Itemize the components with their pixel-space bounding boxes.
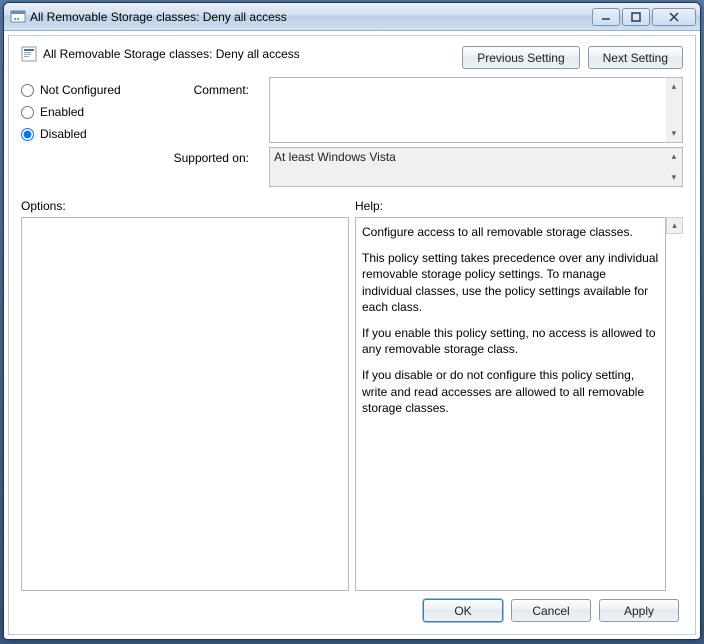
maximize-button[interactable]	[622, 8, 650, 26]
close-button[interactable]	[652, 8, 696, 26]
policy-icon	[21, 46, 37, 62]
app-icon	[10, 9, 26, 25]
ok-button[interactable]: OK	[423, 599, 503, 622]
scroll-up-icon: ▴	[666, 148, 682, 165]
options-panel: Options:	[21, 199, 349, 591]
policy-header: All Removable Storage classes: Deny all …	[21, 46, 452, 62]
cancel-button[interactable]: Cancel	[511, 599, 591, 622]
radio-disabled-label: Disabled	[40, 127, 87, 141]
config-row: Not Configured Enabled Disabled Comment:…	[21, 77, 683, 187]
radio-enabled-input[interactable]	[21, 106, 34, 119]
apply-button[interactable]: Apply	[599, 599, 679, 622]
dialog-window: All Removable Storage classes: Deny all …	[3, 2, 701, 640]
header-row: All Removable Storage classes: Deny all …	[21, 46, 683, 69]
help-paragraph: If you enable this policy setting, no ac…	[362, 325, 659, 357]
help-paragraph: Configure access to all removable storag…	[362, 224, 659, 240]
client-area: All Removable Storage classes: Deny all …	[8, 35, 696, 635]
lower-panels: Options: Help: Configure access to all r…	[21, 199, 683, 591]
help-label: Help:	[355, 199, 683, 217]
radio-disabled-input[interactable]	[21, 128, 34, 141]
options-body	[21, 217, 349, 591]
previous-setting-button[interactable]: Previous Setting	[462, 46, 579, 69]
titlebar[interactable]: All Removable Storage classes: Deny all …	[4, 3, 700, 31]
field-inputs: ▴ ▾ ▴ ▾	[269, 77, 683, 187]
comment-textarea[interactable]	[270, 78, 666, 142]
supported-textarea	[270, 148, 666, 186]
radio-not-configured-label: Not Configured	[40, 83, 121, 97]
help-paragraph: If you disable or do not configure this …	[362, 367, 659, 416]
field-labels: Comment: Supported on:	[171, 77, 249, 187]
watermark: wsxdn.com	[648, 629, 698, 640]
scroll-down-icon: ▾	[666, 169, 682, 186]
supported-box: ▴ ▾	[269, 147, 683, 187]
window-title: All Removable Storage classes: Deny all …	[30, 10, 592, 24]
help-body: Configure access to all removable storag…	[355, 217, 666, 591]
close-icon	[669, 12, 679, 22]
radio-not-configured[interactable]: Not Configured	[21, 83, 151, 97]
radio-enabled[interactable]: Enabled	[21, 105, 151, 119]
nav-buttons: Previous Setting Next Setting	[462, 46, 683, 69]
supported-label: Supported on:	[171, 151, 249, 181]
minimize-button[interactable]	[592, 8, 620, 26]
state-radio-group: Not Configured Enabled Disabled	[21, 77, 151, 187]
next-setting-button[interactable]: Next Setting	[588, 46, 683, 69]
comment-scrollbar[interactable]: ▴ ▾	[666, 78, 682, 142]
dialog-footer: OK Cancel Apply	[21, 591, 683, 624]
comment-box: ▴ ▾	[269, 77, 683, 143]
supported-scrollbar[interactable]: ▴ ▾	[666, 148, 682, 186]
scroll-up-icon: ▴	[666, 78, 682, 95]
maximize-icon	[631, 12, 641, 22]
help-paragraph: This policy setting takes precedence ove…	[362, 250, 659, 315]
radio-not-configured-input[interactable]	[21, 84, 34, 97]
radio-disabled[interactable]: Disabled	[21, 127, 151, 141]
scroll-up-icon: ▴	[666, 217, 683, 234]
radio-enabled-label: Enabled	[40, 105, 84, 119]
help-panel: Help: Configure access to all removable …	[355, 199, 683, 591]
help-scrollbar[interactable]: ▴	[666, 217, 683, 591]
comment-label: Comment:	[171, 83, 249, 151]
window-controls	[592, 8, 696, 26]
policy-title: All Removable Storage classes: Deny all …	[43, 47, 300, 61]
scroll-down-icon: ▾	[666, 125, 682, 142]
minimize-icon	[601, 12, 611, 22]
options-label: Options:	[21, 199, 349, 217]
